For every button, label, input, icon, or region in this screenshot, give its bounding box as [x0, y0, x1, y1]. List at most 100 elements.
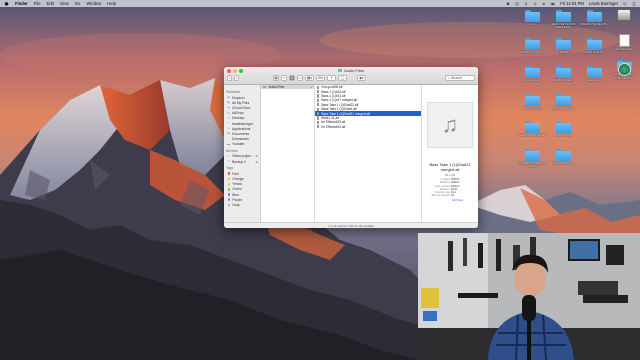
audio-file-icon	[316, 107, 320, 111]
desktop-folder[interactable]: My Better Unfinished Songs	[517, 149, 547, 169]
document-icon	[618, 34, 630, 47]
desktop-time-machine[interactable]: Time Machine	[609, 63, 639, 80]
tags-button[interactable]: ◯	[338, 75, 347, 81]
arrange-button[interactable]: ▦▾	[305, 75, 314, 81]
notification-center-icon[interactable]	[632, 2, 636, 6]
folder-icon	[555, 94, 571, 106]
menu-help[interactable]: Help	[107, 1, 116, 6]
finder-window: Audio Files ‹ › ▦ ≡ ▥ ▭ ▦▾ ⚙▾ ⇪ ◯ ◆▾ ⌕ S…	[224, 67, 478, 228]
chevron-right-icon: ›	[235, 76, 238, 80]
desktop-folder[interactable]: Audio Files	[517, 66, 547, 82]
desktop-folder[interactable]: Ableton Loops	[517, 94, 547, 110]
menu-file[interactable]: File	[34, 1, 41, 6]
file-name: fnr Effects#34.aif	[321, 124, 346, 129]
battery-icon	[551, 2, 556, 5]
desktop-file[interactable]: Macintosh HD	[609, 34, 639, 51]
desktop-folder[interactable]: DEMO SESSIONS REMIXES	[548, 10, 578, 30]
sidebar-tag-gray[interactable]: Gray	[224, 202, 260, 207]
desktop-folder[interactable]: Bonus Songs	[548, 121, 578, 137]
column-folder-row[interactable]: Audio Files ›	[261, 85, 314, 90]
webcam-scene	[418, 233, 640, 360]
apple-menu-icon[interactable]	[4, 1, 9, 6]
desktop-folder[interactable]: Ableton projects	[517, 38, 547, 54]
sidebar-item-label: Green	[232, 187, 242, 192]
file-name: Bass Take 1 (1)00a#4.aif	[321, 107, 357, 112]
row-label: Audio Files	[268, 85, 285, 90]
sidebar-item-label: Youtube	[232, 142, 245, 147]
wifi-icon[interactable]	[533, 2, 537, 6]
audio-file-icon	[316, 120, 320, 124]
file-name: Bell#1 41.aif	[321, 115, 339, 120]
sidebar-item-label: Backup 2	[232, 159, 247, 164]
tag-color-dot	[227, 198, 231, 202]
folder-icon	[586, 38, 602, 50]
search-field[interactable]: ⌕ Search	[445, 75, 475, 81]
share-button[interactable]: ⇪	[327, 75, 336, 81]
add-tags-link[interactable]: Add Tags...	[425, 199, 475, 202]
desktop-drive-icon[interactable]	[609, 9, 639, 22]
file-row[interactable]: fnr Effects#34.aif	[315, 125, 421, 129]
spotlight-search-icon[interactable]	[623, 1, 627, 6]
menu-app-finder[interactable]: Finder	[15, 1, 28, 6]
all-files-icon: ▤	[227, 100, 230, 105]
tag-color-dot	[227, 193, 231, 196]
audio-file-icon	[316, 85, 320, 89]
icon-view-button[interactable]: ▦	[273, 75, 279, 81]
menu-view[interactable]: View	[60, 1, 69, 6]
sidebar-item-label: Red	[232, 171, 239, 176]
back-button[interactable]: ‹	[227, 75, 232, 81]
sidebar-item-label: Dropbox	[232, 95, 245, 100]
folder-icon	[524, 149, 540, 161]
bluetooth-icon[interactable]	[524, 1, 528, 6]
menu-go[interactable]: Go	[75, 1, 81, 6]
sidebar-item-label: Gray	[232, 202, 240, 207]
desktop-folder[interactable]: Video Apps	[579, 66, 609, 82]
audio-file-preview: ♫	[427, 102, 474, 148]
file-name: Bass Take 1 (1)00a#22.aif	[321, 102, 359, 107]
sidebar-item-label: lewisbarringer	[232, 121, 254, 126]
share-icon: ⇪	[330, 76, 333, 80]
time-machine-icon	[617, 63, 631, 76]
desktop-folder[interactable]: DEMO VIDEO	[548, 66, 578, 82]
sidebar-item-label: Documents	[232, 131, 250, 136]
folder-icon	[555, 10, 571, 22]
list-view-button[interactable]: ≡	[281, 75, 287, 81]
dropbox-status-icon[interactable]	[506, 1, 510, 6]
menu-window[interactable]: Window	[86, 1, 101, 6]
time-machine-status-icon[interactable]	[515, 1, 519, 6]
sidebar-item-youtube[interactable]: ▬ Youtube	[224, 142, 260, 147]
folder-icon	[555, 66, 571, 78]
desktop-folder[interactable]: TITLES	[548, 38, 578, 54]
audio-file-icon	[316, 125, 320, 129]
sidebar-item-label: Yellow	[232, 182, 242, 187]
folder-icon	[524, 94, 540, 106]
eject-icon[interactable]: ⏏	[255, 160, 258, 164]
action-button[interactable]: ⚙▾	[316, 75, 325, 81]
preview-pane: ♫ Bass Take 1 (1)00a#21 merged.aif 55.1 …	[422, 85, 478, 222]
icon-view-icon: ▦	[274, 76, 278, 80]
folder-icon	[524, 38, 540, 50]
applications-icon: A	[227, 126, 230, 131]
folder-icon	[338, 69, 343, 73]
dropbox-toolbar-button[interactable]: ◆▾	[357, 75, 366, 81]
finder-titlebar[interactable]: Audio Files ‹ › ▦ ≡ ▥ ▭ ▦▾ ⚙▾ ⇪ ◯ ◆▾ ⌕ S…	[224, 67, 478, 85]
column-view-button[interactable]: ▥	[289, 75, 295, 81]
desktop-folder[interactable]: Lewis Projects	[579, 38, 609, 54]
desktop-folder[interactable]: DEMO PROJECTS	[579, 10, 609, 26]
search-icon: ⌕	[448, 76, 450, 80]
metadata-row: Bits per sample 24	[425, 194, 475, 197]
cover-flow-button[interactable]: ▭	[297, 75, 303, 81]
menu-clock[interactable]: Fri 11:04 PM	[560, 1, 584, 6]
desktop-folder[interactable]: Sample Library	[548, 149, 578, 165]
eject-icon[interactable]: ⏏	[255, 154, 258, 158]
menu-user-name[interactable]: Lewis Barringer	[589, 1, 618, 6]
menu-edit[interactable]: Edit	[47, 1, 54, 6]
desktop-folder[interactable]: DEMO Audio Folder	[517, 121, 547, 137]
desktop-folder[interactable]: Ore	[517, 10, 547, 26]
file-name: 2nd gu4#28.aif	[321, 85, 343, 90]
forward-button[interactable]: ›	[234, 75, 239, 81]
sidebar-device[interactable]: ▭ Backup 2 ⏏	[224, 159, 260, 164]
browser-column-1: Audio Files ›	[261, 85, 315, 222]
desktop-folder[interactable]: Spotify Play ALL	[548, 94, 578, 110]
volume-icon[interactable]	[542, 2, 546, 6]
